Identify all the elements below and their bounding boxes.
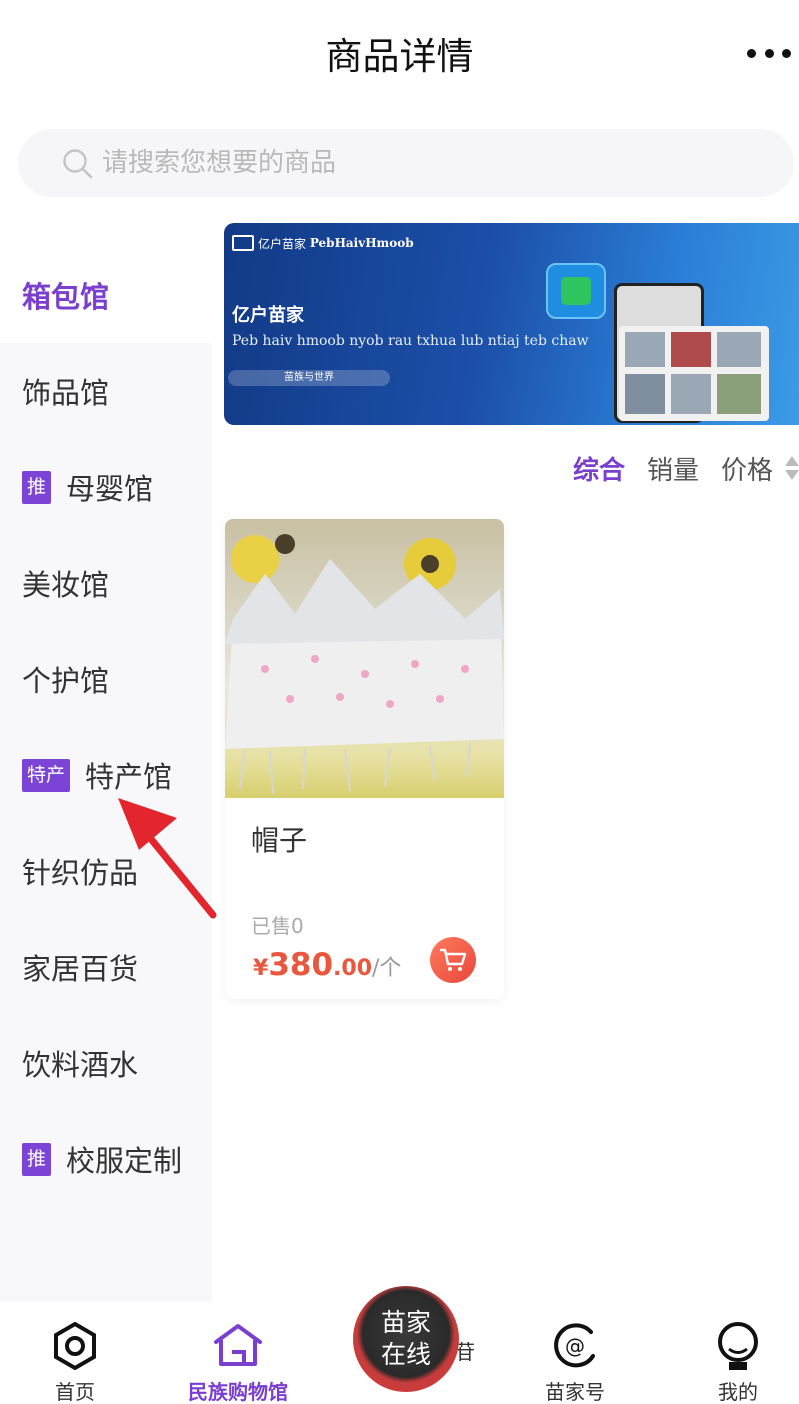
tab-label: 首页: [55, 1380, 95, 1404]
promo-banner[interactable]: 亿户苗家 PebHaivHmoob 亿户苗家 Peb haiv hmoob ny…: [224, 223, 799, 425]
product-card[interactable]: 帽子 已售0 ¥380.00/个: [225, 519, 504, 999]
sort-sales[interactable]: 销量: [647, 450, 699, 487]
tab-label: 苗家号: [545, 1380, 605, 1404]
sidebar-item-home-goods[interactable]: 家居百货: [0, 919, 212, 1015]
product-title: 帽子: [251, 824, 308, 857]
header: 商品详情: [0, 0, 799, 104]
tab-label: 我的: [718, 1380, 758, 1404]
sidebar-item-label: 饮料酒水: [22, 1048, 139, 1082]
sort-comprehensive[interactable]: 综合: [573, 450, 625, 487]
shop-house-icon: [214, 1324, 262, 1366]
banner-brand-cn: 亿户苗家: [258, 236, 307, 251]
home-hexagon-icon: [54, 1322, 96, 1370]
recommend-badge: 推: [22, 1142, 52, 1176]
sidebar-item-knitwear[interactable]: 针织仿品: [0, 823, 212, 919]
sidebar-item-uniform[interactable]: 推 校服定制: [0, 1111, 212, 1207]
product-image: [225, 519, 504, 798]
sidebar-item-label: 针织仿品: [22, 856, 139, 890]
sidebar-item-specialty[interactable]: 特产 特产馆: [0, 727, 212, 823]
sidebar-item-label: 特产馆: [85, 760, 173, 794]
at-sign-icon: @: [554, 1323, 595, 1368]
search-icon: [63, 149, 93, 179]
more-dots-icon[interactable]: [747, 38, 791, 68]
user-face-icon: [718, 1322, 758, 1370]
price-unit: /个: [372, 956, 402, 981]
sort-arrows-icon[interactable]: [785, 454, 799, 482]
tab-mine[interactable]: 我的: [703, 1302, 773, 1404]
sidebar-item-label: 母婴馆: [66, 472, 154, 506]
add-to-cart-button[interactable]: [430, 937, 476, 983]
specialty-badge: 特产: [22, 758, 71, 792]
banner-brand-en: PebHaivHmoob: [309, 236, 414, 250]
miaojia-online-button[interactable]: 苗家 在线: [353, 1286, 459, 1392]
price-currency: ¥: [253, 956, 269, 981]
app-logo-icon: [546, 263, 606, 319]
tab-label: 民族购物馆: [188, 1380, 288, 1404]
sidebar-item-label: 校服定制: [66, 1144, 183, 1178]
recommend-badge: 推: [22, 470, 52, 504]
sidebar-item-personal-care[interactable]: 个护馆: [0, 631, 212, 727]
price-integer: 380: [268, 947, 334, 983]
banner-subtitle: Peb haiv hmoob nyob rau txhua lub ntiaj …: [232, 333, 589, 349]
center-line-1: 苗家: [380, 1308, 431, 1337]
tab-home[interactable]: 首页: [40, 1302, 110, 1404]
page-title: 商品详情: [325, 35, 474, 78]
product-price: ¥380.00/个: [253, 947, 401, 983]
banner-brand: 亿户苗家 PebHaivHmoob: [232, 233, 414, 253]
sort-price[interactable]: 价格: [721, 450, 773, 487]
product-sold-count: 已售0: [251, 914, 304, 938]
sidebar-item-bags[interactable]: 箱包馆: [0, 247, 212, 343]
svg-text:@: @: [565, 1334, 585, 1358]
hat-photo: [225, 534, 504, 795]
sidebar-item-accessories[interactable]: 饰品馆: [0, 343, 212, 439]
banner-pill: 苗族与世界: [228, 370, 390, 386]
category-sidebar: 箱包馆 饰品馆 推 母婴馆 美妆馆 个护馆 特产 特产馆 针织仿品 家居百货 饮…: [0, 247, 212, 1302]
price-decimal: .00: [333, 956, 373, 981]
tab-miaojia-account[interactable]: @ 苗家号: [540, 1302, 610, 1404]
brand-logo-icon: [232, 235, 254, 251]
sidebar-item-label: 饰品馆: [22, 376, 110, 410]
sidebar-item-beauty[interactable]: 美妆馆: [0, 535, 212, 631]
sidebar-item-drinks[interactable]: 饮料酒水: [0, 1015, 212, 1111]
sidebar-item-label: 美妆馆: [22, 568, 110, 602]
sidebar-item-mother-baby[interactable]: 推 母婴馆: [0, 439, 212, 535]
banner-title: 亿户苗家: [232, 305, 304, 326]
sort-bar: 综合 销量 价格: [573, 448, 799, 488]
search-bar[interactable]: [18, 129, 794, 197]
search-input[interactable]: [102, 148, 702, 178]
cart-icon: [439, 948, 467, 971]
sidebar-item-label: 家居百货: [22, 952, 139, 986]
screenshot-collage: [619, 326, 769, 421]
sidebar-item-label: 个护馆: [22, 664, 110, 698]
tab-shopping-hall[interactable]: 民族购物馆: [183, 1302, 293, 1404]
center-line-2: 在线: [380, 1340, 431, 1369]
sidebar-item-label: 箱包馆: [22, 280, 110, 314]
